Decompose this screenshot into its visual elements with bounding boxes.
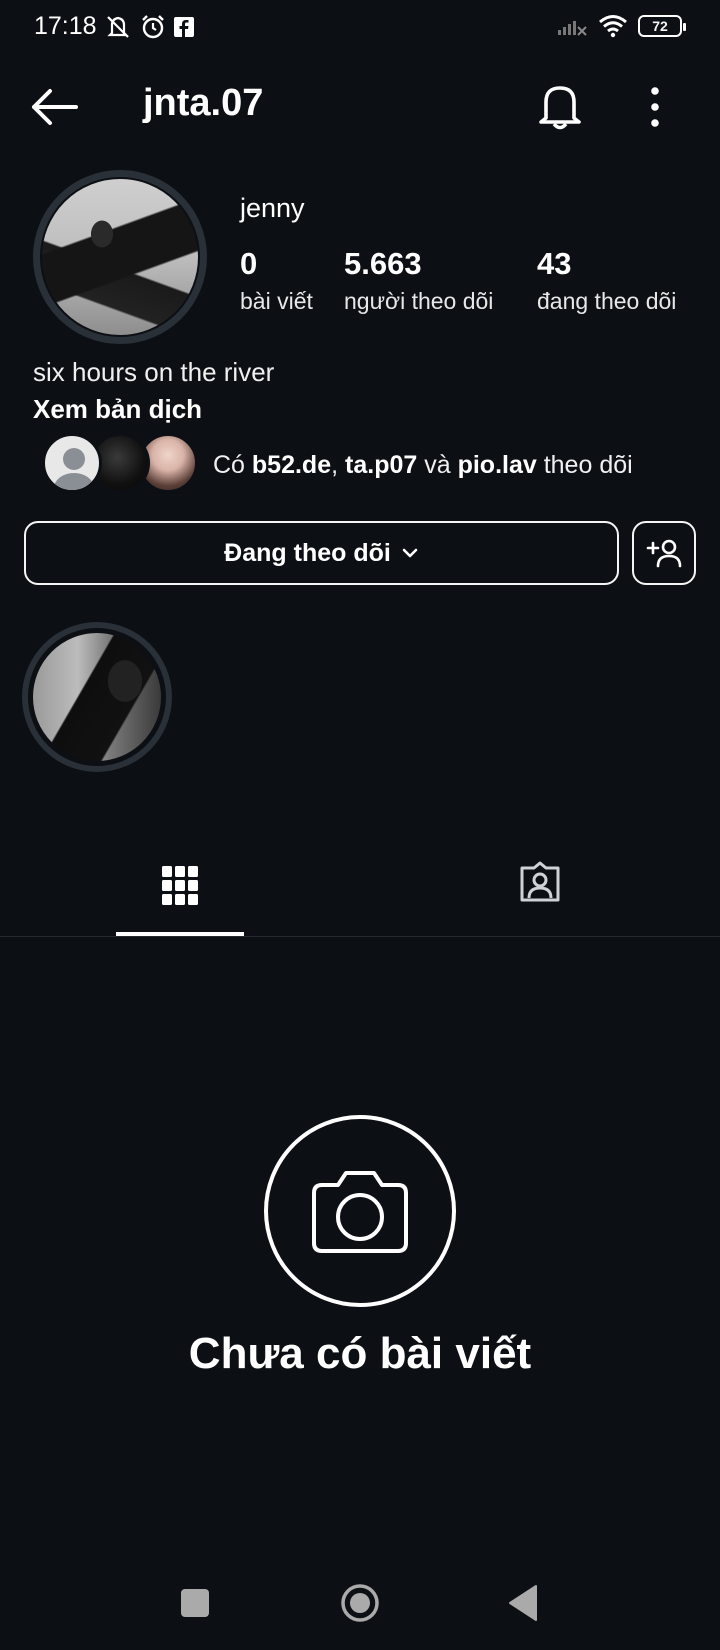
facebook-icon: [174, 17, 194, 37]
stat-posts[interactable]: 0 bài viết: [240, 246, 313, 315]
mutual-avatar-placeholder: [42, 433, 102, 493]
display-name: jenny: [240, 193, 305, 223]
story-highlight[interactable]: [22, 622, 172, 772]
chevron-down-icon: [402, 548, 418, 558]
stat-followers[interactable]: 5.663 người theo dõi: [344, 246, 493, 315]
tab-tagged[interactable]: [476, 860, 604, 936]
system-back-button[interactable]: [508, 1584, 538, 1622]
bell-icon: [539, 86, 581, 130]
stat-followers-label: người theo dõi: [344, 288, 494, 314]
signal-icon: [558, 21, 587, 36]
mutual-suffix: theo dõi: [536, 451, 633, 479]
home-button[interactable]: [340, 1583, 380, 1623]
battery-icon: 72: [638, 15, 686, 37]
back-button[interactable]: [30, 82, 80, 132]
empty-state-camera: [264, 1115, 456, 1307]
notifications-button[interactable]: [536, 80, 584, 132]
stat-following-value: 43: [537, 246, 572, 281]
highlight-image: [28, 628, 166, 766]
stat-posts-label: bài viết: [240, 288, 313, 314]
mutual-user-link[interactable]: ta.p07: [345, 451, 417, 479]
mute-notification-icon: [107, 16, 129, 38]
grid-icon: [162, 866, 198, 905]
triangle-back-icon: [509, 1585, 537, 1621]
status-time: 17:18: [34, 12, 97, 40]
following-button[interactable]: Đang theo dõi: [24, 521, 619, 585]
home-circle-icon: [341, 1584, 379, 1622]
tabs-divider: [0, 936, 720, 937]
empty-state-title: Chưa có bài viết: [188, 1329, 532, 1378]
stat-followers-value: 5.663: [344, 246, 422, 281]
status-icons-right: 72: [556, 14, 686, 38]
mutual-prefix: Có: [213, 451, 252, 479]
recent-apps-button[interactable]: [181, 1589, 209, 1617]
profile-avatar[interactable]: [33, 170, 207, 344]
mutual-separator: ,: [331, 451, 346, 479]
camera-icon: [312, 1171, 408, 1253]
alarm-icon: [142, 15, 164, 39]
stat-following[interactable]: 43 đang theo dõi: [537, 246, 676, 315]
arrow-left-icon: [32, 89, 78, 125]
more-options-button[interactable]: [640, 82, 670, 132]
profile-bio: six hours on the river: [33, 357, 275, 387]
stat-posts-value: 0: [240, 246, 258, 281]
suggested-users-button[interactable]: [632, 521, 696, 585]
mutual-user-link[interactable]: pio.lav: [458, 451, 537, 479]
mutual-user-link[interactable]: b52.de: [252, 451, 331, 479]
mutual-followers-avatars[interactable]: [42, 433, 202, 493]
tagged-person-icon: [520, 861, 560, 902]
more-vertical-icon: [651, 87, 659, 127]
avatar-image: [40, 177, 200, 337]
translate-link[interactable]: Xem bản dịch: [33, 394, 202, 425]
page-title: jnta.07: [143, 82, 264, 124]
following-button-label: Đang theo dõi: [224, 538, 391, 567]
mutual-separator: và: [417, 451, 458, 479]
tab-posts-grid[interactable]: [116, 860, 244, 936]
add-user-icon: [646, 539, 682, 568]
mutual-followers-text[interactable]: Có b52.de, ta.p07 và pio.lav theo dõi: [213, 451, 633, 480]
stat-following-label: đang theo dõi: [537, 288, 677, 314]
wifi-icon: [599, 15, 627, 38]
status-icons-left: [104, 14, 194, 40]
